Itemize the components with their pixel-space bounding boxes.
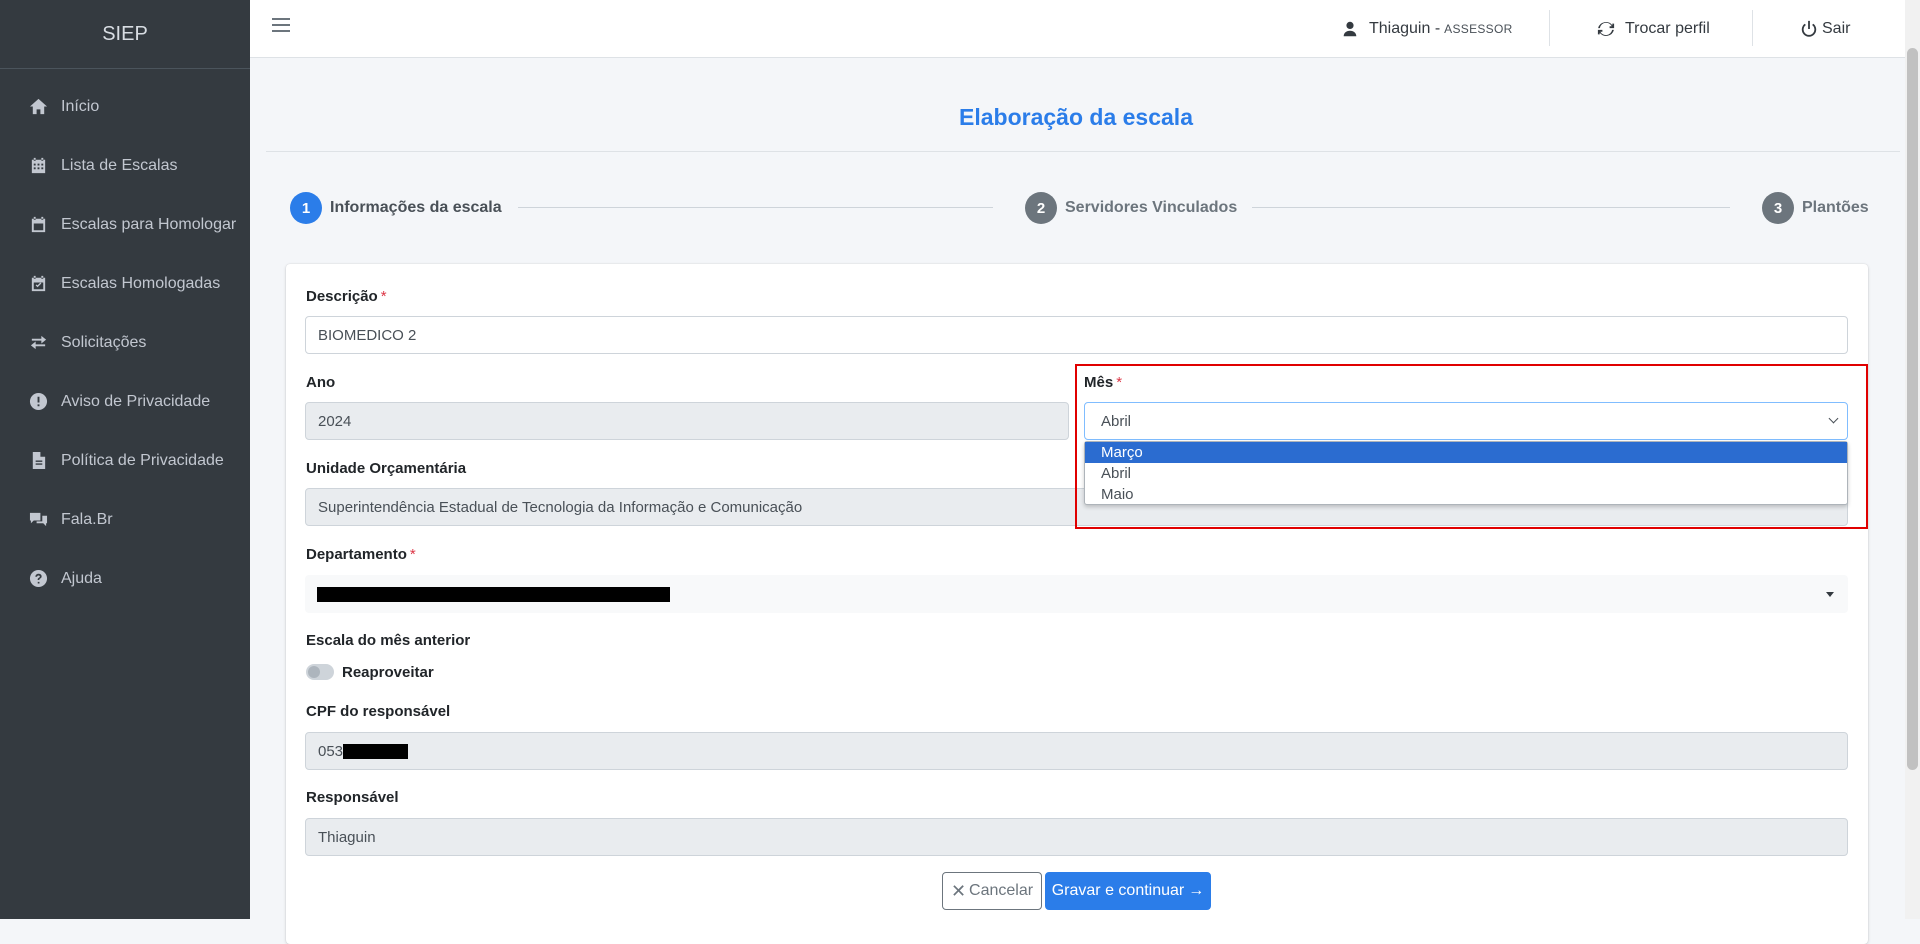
step-label: Servidores Vinculados [1065,199,1238,216]
highlight-box [1075,364,1868,529]
sidebar-item-escalas-homologadas[interactable]: Escalas Homologadas [0,254,250,313]
step-number: 3 [1762,192,1794,224]
sidebar-item-escalas-homologar[interactable]: Escalas para Homologar [0,195,250,254]
sidebar-item-label: Lista de Escalas [61,156,178,174]
sidebar-item-label: Política de Privacidade [61,451,224,469]
reaproveitar-label: Reaproveitar [342,664,434,681]
save-label: Gravar e continuar [1051,882,1185,899]
departamento-select[interactable] [305,575,1848,613]
sidebar-nav: Início Lista de Escalas Escalas para Hom… [0,77,250,608]
step-number: 2 [1025,192,1057,224]
switch-profile-button[interactable]: Trocar perfil [1597,0,1710,57]
brand-logo[interactable]: SIEP [0,0,250,69]
responsavel-label: Responsável [306,789,399,806]
exclamation-circle-icon [28,392,48,412]
ano-input[interactable]: 2024 [305,402,1069,440]
redacted-value [317,587,670,602]
sidebar-item-lista-escalas[interactable]: Lista de Escalas [0,136,250,195]
step-connector [518,207,993,208]
calendar-check-icon [28,274,48,294]
logout-button[interactable]: Sair [1800,0,1850,57]
stepper: 1 Informações da escala 2 Servidores Vin… [290,192,1869,224]
sidebar-item-label: Fala.Br [61,510,113,528]
sidebar: SIEP Início Lista de Escalas Escalas par… [0,0,250,919]
scrollbar[interactable] [1905,0,1920,919]
sidebar-item-inicio[interactable]: Início [0,77,250,136]
logout-label: Sair [1822,19,1851,37]
cpf-label: CPF do responsável [306,703,451,720]
responsavel-input[interactable]: Thiaguin [305,818,1848,856]
cancel-button[interactable]: ✕ Cancelar [942,872,1042,910]
sidebar-item-label: Solicitações [61,333,147,351]
sync-icon [1597,21,1615,36]
descricao-input[interactable]: BIOMEDICO 2 [305,316,1848,354]
caret-down-icon [1826,592,1834,597]
step-plantoes[interactable]: 3 Plantões [1762,192,1869,224]
exchange-icon [28,333,48,353]
sidebar-item-label: Ajuda [61,569,102,587]
escala-anterior-label: Escala do mês anterior [306,632,471,649]
sidebar-item-label: Escalas Homologadas [61,274,221,292]
power-icon [1801,20,1817,37]
file-icon [28,451,48,471]
sidebar-item-ajuda[interactable]: Ajuda [0,549,250,608]
divider [1549,10,1550,46]
topbar: Thiaguin - ASSESSOR Trocar perfil Sair [250,0,1920,58]
step-connector [1252,207,1730,208]
divider [1752,10,1753,46]
switch-profile-label: Trocar perfil [1625,19,1710,37]
scrollbar-thumb[interactable] [1907,48,1918,770]
cancel-label: Cancelar [969,882,1034,899]
descricao-label: Descrição * [306,288,387,305]
cpf-input[interactable]: 053 [305,732,1848,770]
unidade-label: Unidade Orçamentária [306,460,467,477]
user-menu[interactable]: Thiaguin - ASSESSOR [1341,0,1513,57]
page-title: Elaboração da escala [959,104,1193,130]
sidebar-item-solicitacoes[interactable]: Solicitações [0,313,250,372]
sidebar-item-fala-br[interactable]: Fala.Br [0,490,250,549]
step-number: 1 [290,192,322,224]
reaproveitar-toggle[interactable] [306,664,334,680]
step-label: Informações da escala [330,199,502,216]
calendar-grid-icon [28,156,48,176]
sidebar-item-label: Início [61,97,100,115]
arrow-right-icon: → [1188,882,1205,899]
calendar-icon [28,215,48,235]
sidebar-item-label: Aviso de Privacidade [61,392,211,410]
home-icon [28,97,48,117]
step-label: Plantões [1802,199,1869,216]
title-divider [266,151,1900,152]
ano-label: Ano [306,374,336,391]
step-servidores[interactable]: 2 Servidores Vinculados [1025,192,1237,224]
sidebar-item-politica-privacidade[interactable]: Política de Privacidade [0,431,250,490]
sidebar-item-aviso-privacidade[interactable]: Aviso de Privacidade [0,372,250,431]
close-icon: ✕ [950,880,967,901]
question-circle-icon [28,569,48,589]
comments-icon [28,510,48,530]
sidebar-item-label: Escalas para Homologar [61,215,237,233]
cpf-value: 053 [318,742,344,760]
menu-toggle-icon[interactable] [272,18,290,36]
user-icon [1343,21,1357,36]
user-role: ASSESSOR [1444,21,1513,36]
redacted-value [343,743,409,759]
save-continue-button[interactable]: Gravar e continuar → [1045,872,1211,910]
step-informacoes[interactable]: 1 Informações da escala [290,192,502,224]
departamento-label: Departamento * [306,546,416,563]
user-name: Thiaguin - [1369,19,1441,37]
